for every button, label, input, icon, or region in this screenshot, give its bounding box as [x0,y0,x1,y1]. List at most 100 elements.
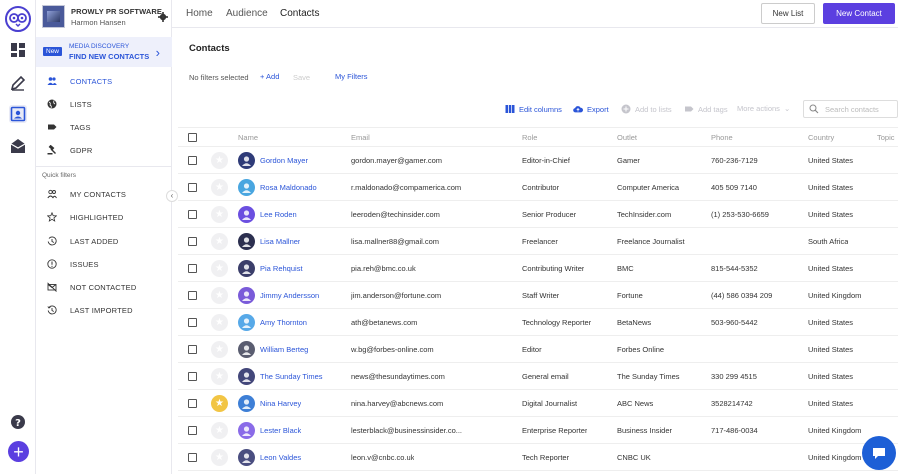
search-input[interactable] [825,104,895,114]
contact-name-link[interactable]: Amy Thornton [260,318,307,327]
table-row[interactable]: ★ Gordon Mayer gordon.mayer@gamer.com Edito… [178,147,898,174]
row-checkbox[interactable] [188,291,197,300]
contact-name-link[interactable]: Gordon Mayer [260,156,308,165]
sidebar-item-tags[interactable]: TAGS [46,119,166,135]
table-row[interactable]: ★ Lee Roden leeroden@techinsider.com Senior… [178,201,898,228]
tag-icon [684,104,694,114]
contact-name-link[interactable]: Pia Rehquist [260,264,303,273]
row-checkbox[interactable] [188,210,197,219]
export-button[interactable]: Export [573,104,609,114]
column-header-name[interactable]: Name [238,133,258,142]
gear-icon[interactable] [158,9,168,22]
column-header-phone[interactable]: Phone [711,133,733,142]
quick-filter-issues[interactable]: ISSUES [46,256,166,272]
column-header-country[interactable]: Country [808,133,834,142]
star-icon[interactable]: ★ [211,152,228,169]
globe-icon [46,98,58,110]
audience-contacts-icon[interactable] [9,105,27,123]
table-row[interactable]: ★ The Sunday Times news@thesundaytimes.com… [178,363,898,390]
contact-country: United States [808,372,854,381]
star-icon[interactable]: ★ [211,422,228,439]
star-icon[interactable]: ★ [211,341,228,358]
prowly-owl-logo-icon[interactable] [5,6,31,32]
media-discovery-promo[interactable]: New MEDIA DISCOVERY FIND NEW CONTACTS › [36,37,172,67]
help-icon[interactable]: ? [9,413,27,431]
table-row[interactable]: ★ Lisa Mallner lisa.mallner88@gmail.com Fre… [178,228,898,255]
new-contact-button[interactable]: New Contact [823,3,895,24]
table-row[interactable]: ★ Pia Rehquist pia.reh@bmc.co.uk Contributi… [178,255,898,282]
pen-icon[interactable] [9,74,27,92]
star-icon[interactable]: ★ [211,260,228,277]
sidebar-item-lists[interactable]: LISTS [46,96,166,112]
table-row[interactable]: ★ Jimmy Andersson jim.anderson@fortune.com… [178,282,898,309]
star-icon[interactable]: ★ [211,449,228,466]
row-checkbox[interactable] [188,156,197,165]
row-checkbox[interactable] [188,183,197,192]
row-checkbox[interactable] [188,237,197,246]
add-filter-link[interactable]: + Add [260,72,279,81]
dashboard-icon[interactable] [9,41,27,59]
chevron-right-icon: › [155,45,160,60]
star-icon[interactable]: ★ [211,395,228,412]
contact-name-link[interactable]: Leon Valdes [260,453,301,462]
contact-email: gordon.mayer@gamer.com [351,156,442,165]
star-icon[interactable]: ★ [211,233,228,250]
contact-name-link[interactable]: William Berteg [260,345,308,354]
column-header-role[interactable]: Role [522,133,537,142]
sidebar-item-gdpr[interactable]: GDPR [46,142,166,158]
column-header-topic[interactable]: Topic [877,133,895,142]
contact-name-link[interactable]: The Sunday Times [260,372,323,381]
contact-name-link[interactable]: Nina Harvey [260,399,301,408]
breadcrumb-audience[interactable]: Audience [226,8,268,19]
select-all-checkbox[interactable] [188,133,197,142]
table-row[interactable]: ★ Lester Black lesterblack@businessinsider… [178,417,898,444]
quick-filter-my-contacts[interactable]: MY CONTACTS [46,186,166,202]
quick-filter-highlighted[interactable]: HIGHLIGHTED [46,209,166,225]
contact-name-link[interactable]: Lisa Mallner [260,237,300,246]
new-list-button[interactable]: New List [761,3,815,24]
star-icon[interactable]: ★ [211,206,228,223]
row-checkbox[interactable] [188,345,197,354]
column-header-outlet[interactable]: Outlet [617,133,637,142]
account-org-name: PROWLY PR SOFTWARE [71,7,162,16]
contact-name-link[interactable]: Jimmy Andersson [260,291,319,300]
table-row[interactable]: ★ Rosa Maldonado r.maldonado@compamerica.c… [178,174,898,201]
history-icon [46,235,58,247]
contact-outlet: Gamer [617,156,640,165]
table-row[interactable]: ★ Leon Valdes leon.v@cnbc.co.uk Tech Report… [178,444,898,471]
mailbox-icon[interactable] [9,137,27,155]
tag-icon [46,121,58,133]
chat-support-button[interactable] [862,436,896,470]
row-checkbox[interactable] [188,399,197,408]
star-icon[interactable]: ★ [211,179,228,196]
breadcrumb-home[interactable]: Home [186,8,213,19]
star-icon[interactable]: ★ [211,287,228,304]
quick-filter-last-imported[interactable]: LAST IMPORTED [46,302,166,318]
contact-country: United Kingdom [808,453,862,462]
quick-filter-last-added[interactable]: LAST ADDED [46,233,166,249]
table-row[interactable]: ★ William Berteg w.bg@forbes-online.com Edi… [178,336,898,363]
table-row[interactable]: ★ Amy Thornton ath@betanews.com Technology … [178,309,898,336]
search-icon [809,104,819,114]
contact-phone: (44) 586 0394 209 [711,291,773,300]
sidebar-item-contacts[interactable]: CONTACTS [46,73,166,89]
row-checkbox[interactable] [188,264,197,273]
table-row[interactable]: ★ Nina Harvey nina.harvey@abcnews.com Digit… [178,390,898,417]
contact-name-link[interactable]: Lee Roden [260,210,297,219]
quick-filter-not-contacted[interactable]: NOT CONTACTED [46,279,166,295]
global-add-button[interactable]: + [8,441,29,462]
column-header-email[interactable]: Email [351,133,370,142]
quick-filter-label: MY CONTACTS [70,189,127,199]
account-switcher[interactable]: PROWLY PR SOFTWARE Harmon Hansen [42,5,168,29]
contact-name-link[interactable]: Lester Black [260,426,301,435]
my-filters-link[interactable]: My Filters [335,72,368,81]
sidebar-collapse-button[interactable]: ‹ [166,190,178,202]
star-icon[interactable]: ★ [211,368,228,385]
row-checkbox[interactable] [188,453,197,462]
edit-columns-button[interactable]: Edit columns [505,104,562,114]
row-checkbox[interactable] [188,372,197,381]
contact-name-link[interactable]: Rosa Maldonado [260,183,317,192]
row-checkbox[interactable] [188,318,197,327]
star-icon[interactable]: ★ [211,314,228,331]
row-checkbox[interactable] [188,426,197,435]
